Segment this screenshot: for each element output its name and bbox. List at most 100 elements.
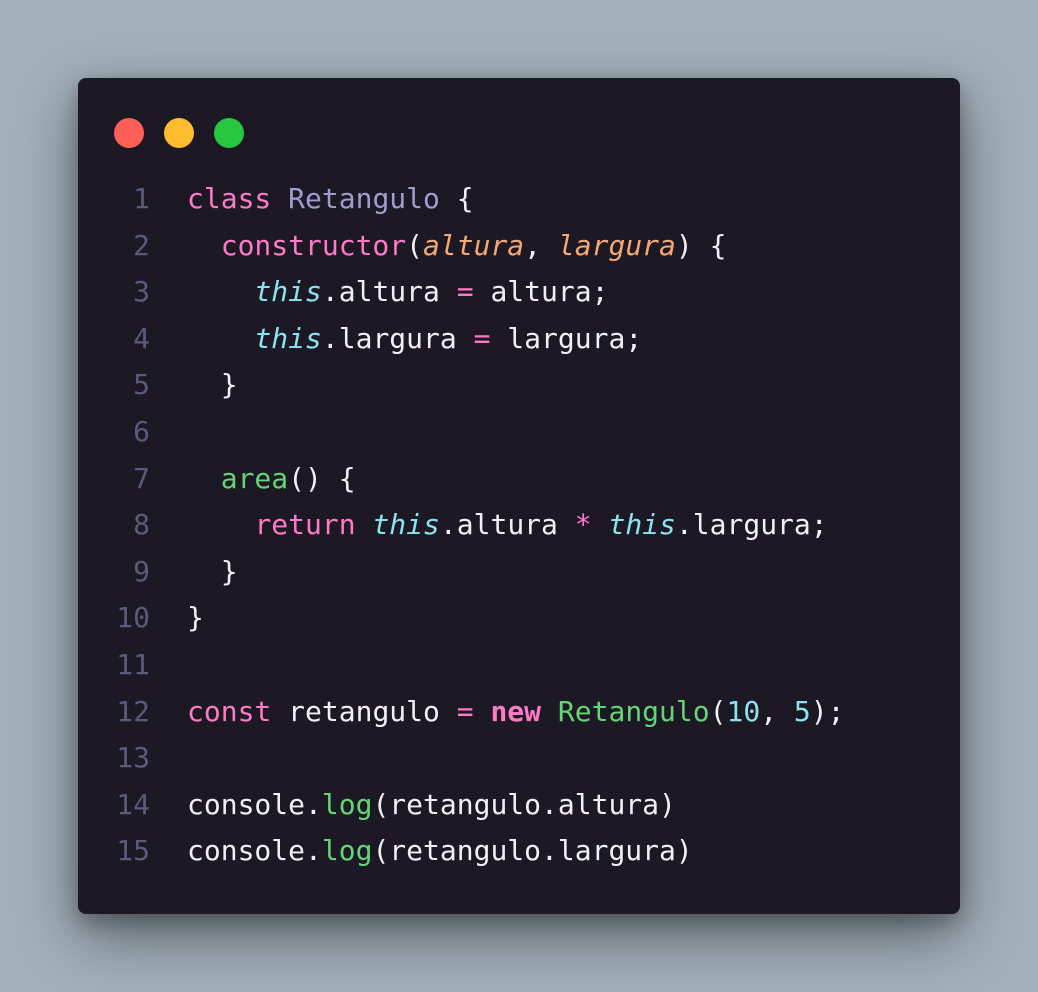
code-line: 10} <box>78 595 960 642</box>
code-block: 1 class Retangulo {2 constructor(altura, … <box>78 176 960 875</box>
code-line: 11 <box>78 642 960 689</box>
close-window-button[interactable] <box>114 118 144 148</box>
code-line: 1 class Retangulo { <box>78 176 960 223</box>
code-token: class <box>187 182 272 215</box>
code-line: 14 console.log(retangulo.altura) <box>78 782 960 829</box>
code-token: log <box>321 787 373 821</box>
line-source: area() { <box>187 456 356 503</box>
line-source: console.log(retangulo.largura) <box>187 828 693 875</box>
line-number: 9 <box>133 554 150 588</box>
code-token: retangulo <box>271 694 457 728</box>
line-source: const retangulo = new Retangulo(10, 5); <box>187 689 844 736</box>
code-token: console. <box>187 787 322 821</box>
code-token: ( <box>709 694 727 728</box>
code-window: 1 class Retangulo {2 constructor(altura, … <box>78 78 960 914</box>
code-token: * <box>574 508 592 542</box>
code-token: largura; <box>490 321 643 355</box>
code-line: 15 console.log(retangulo.largura) <box>78 828 960 875</box>
code-line: 6 <box>78 409 960 456</box>
code-token: largura <box>557 228 676 262</box>
code-token: = <box>473 321 491 355</box>
code-token: altura <box>423 228 525 262</box>
code-token: { <box>439 182 474 215</box>
code-token: console. <box>187 834 322 868</box>
code-token: new <box>490 694 542 728</box>
line-number: 5 <box>133 368 150 402</box>
code-token: 5 <box>793 694 811 728</box>
code-token: .largura; <box>675 508 828 542</box>
line-source: class Retangulo { <box>187 176 474 223</box>
code-line: 9 } <box>78 549 960 596</box>
line-number: 13 <box>116 741 150 775</box>
line-number: 7 <box>133 461 150 495</box>
line-number: 3 <box>133 275 150 309</box>
maximize-window-button[interactable] <box>214 118 244 148</box>
code-token: = <box>456 275 474 309</box>
code-token: = <box>456 694 474 728</box>
code-line: 13 <box>78 735 960 782</box>
code-token: log <box>321 834 373 868</box>
code-line: 5 } <box>78 362 960 409</box>
code-line: 3 this.altura = altura; <box>78 269 960 316</box>
code-token: (retangulo.altura) <box>372 787 676 821</box>
line-source: return this.altura * this.largura; <box>187 502 828 549</box>
code-token: (retangulo.largura) <box>372 834 693 868</box>
code-token: .largura <box>321 321 474 355</box>
minimize-window-button[interactable] <box>164 118 194 148</box>
line-number: 6 <box>133 414 150 448</box>
code-line: 4 this.largura = largura; <box>78 316 960 363</box>
line-number: 8 <box>133 508 150 542</box>
code-token: ); <box>810 694 845 728</box>
code-token: ) { <box>675 228 727 262</box>
code-token: Retangulo <box>288 182 440 215</box>
code-token: () { <box>288 461 356 495</box>
code-token: altura; <box>473 275 609 309</box>
code-token: 10 <box>726 694 761 728</box>
code-line: 2 constructor(altura, largura) { <box>78 223 960 270</box>
code-token: .altura <box>321 275 457 309</box>
line-number: 12 <box>116 694 150 728</box>
line-source: } <box>187 549 238 596</box>
code-token: } <box>187 368 238 402</box>
line-source: constructor(altura, largura) { <box>187 223 727 270</box>
code-token: this <box>254 321 322 355</box>
line-number: 10 <box>116 601 150 635</box>
line-number: 2 <box>133 228 150 262</box>
line-number: 4 <box>133 321 150 355</box>
line-number: 15 <box>116 834 150 868</box>
code-token: this <box>254 275 322 309</box>
code-token: , <box>524 228 558 262</box>
line-number: 14 <box>116 787 150 821</box>
code-token: .altura <box>439 508 575 542</box>
line-source: this.altura = altura; <box>187 269 608 316</box>
code-token: constructor <box>220 228 407 262</box>
line-number: 11 <box>116 647 150 681</box>
code-token: } <box>187 554 238 588</box>
code-token: return <box>254 508 356 542</box>
code-token: this <box>608 508 676 542</box>
line-number: 1 <box>133 182 150 215</box>
code-token: area <box>220 461 289 495</box>
code-line: 12 const retangulo = new Retangulo(10, 5)… <box>78 689 960 736</box>
line-source: } <box>187 595 204 642</box>
code-token: Retangulo <box>557 694 710 728</box>
line-source: } <box>187 362 238 409</box>
code-line: 7 area() { <box>78 456 960 503</box>
line-source: console.log(retangulo.altura) <box>187 782 676 829</box>
code-line: 8 return this.altura * this.largura; <box>78 502 960 549</box>
line-source: this.largura = largura; <box>187 316 642 363</box>
code-token: } <box>187 601 204 635</box>
code-token: , <box>760 694 794 728</box>
code-token: const <box>187 694 272 728</box>
code-token: ( <box>406 228 424 262</box>
